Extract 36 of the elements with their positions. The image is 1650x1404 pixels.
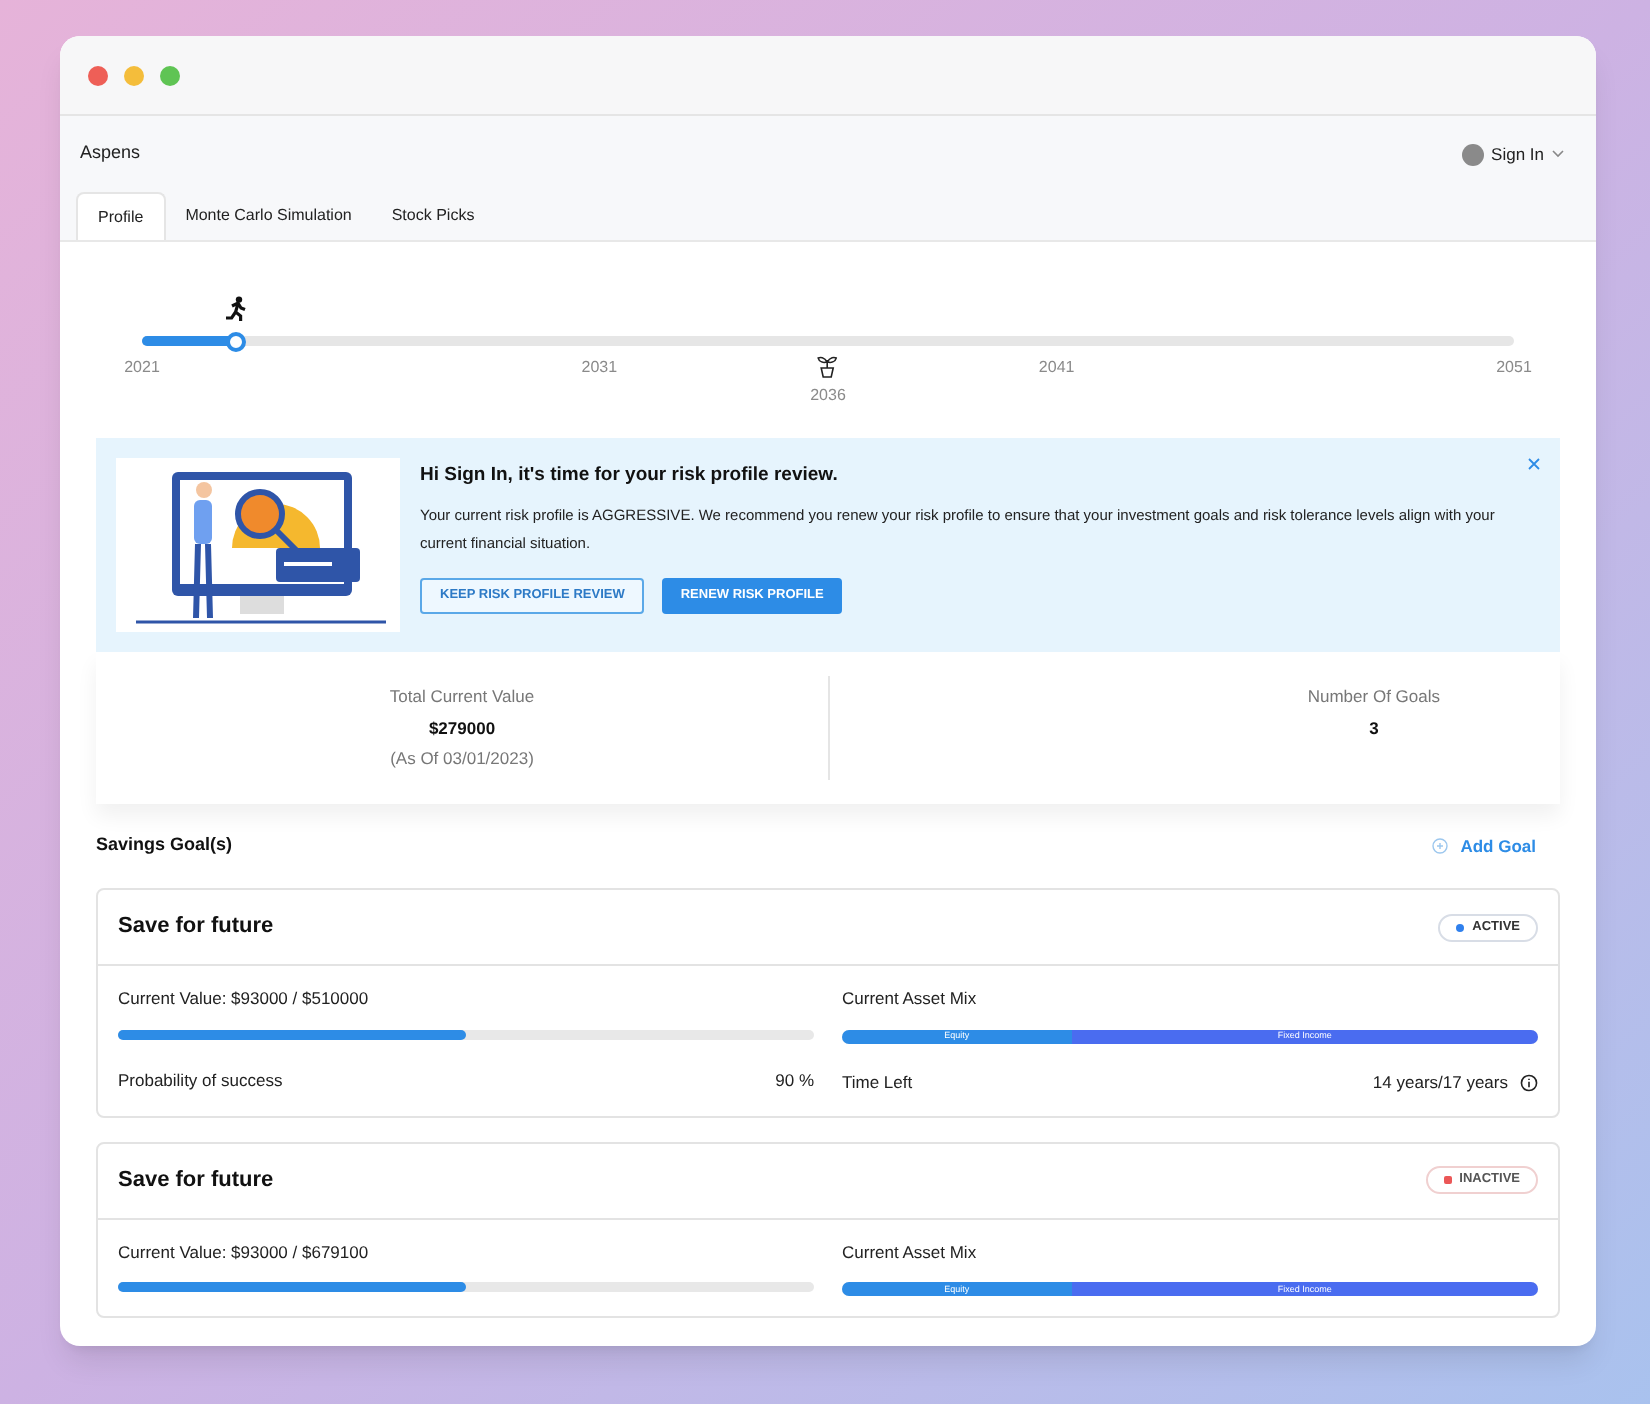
goal-year: 2036 — [810, 384, 846, 408]
asset-mix-label: Current Asset Mix — [842, 1239, 979, 1265]
tab[interactable]: Monte Carlo Simulation — [165, 192, 372, 240]
timeline-year: 2041 — [1038, 356, 1075, 380]
banner-title: Hi Sign In, it's time for your risk profile review. — [420, 462, 838, 490]
goals-count-label: Number Of Goals — [1307, 684, 1440, 710]
probability-label: Probability of success — [118, 1067, 283, 1093]
time-left-value: 14 years/17 years — [1372, 1069, 1508, 1095]
asset-mix-label: Current Asset Mix — [842, 986, 979, 1012]
probability-value: 90 % — [775, 1067, 814, 1093]
caret-icon[interactable] — [1552, 150, 1564, 158]
add-icon — [1432, 838, 1449, 854]
as-of-date: (As Of 03/01/2023) — [390, 746, 534, 773]
current-value: Current Value: $93000 / $510000 — [118, 986, 371, 1012]
timeline-handle[interactable] — [225, 331, 246, 351]
sign-in-link[interactable]: Sign In — [1491, 141, 1544, 167]
plant-icon — [817, 354, 839, 378]
total-label: Total Current Value — [389, 683, 535, 710]
avatar-icon — [1461, 143, 1484, 165]
add-goal-link[interactable]: Add Goal — [1432, 833, 1536, 859]
tab[interactable]: Stock Picks — [371, 192, 495, 240]
close-icon[interactable] — [1528, 458, 1540, 470]
goal-title: Save for future — [118, 912, 274, 943]
time-left-label: Time Left — [842, 1069, 913, 1095]
section-title: Savings Goal(s) — [96, 832, 233, 859]
timeline-year: 2021 — [124, 356, 160, 380]
timeline-year: 2031 — [581, 356, 618, 380]
brand-name: Aspens — [80, 140, 141, 167]
runner-icon — [223, 296, 248, 322]
goals-count: 3 — [1369, 715, 1379, 741]
goal-title: Save for future — [118, 1165, 274, 1196]
current-value: Current Value: $93000 / $679100 — [118, 1239, 371, 1265]
info-icon[interactable] — [1520, 1073, 1538, 1092]
timeline-year: 2051 — [1496, 356, 1532, 380]
tab[interactable]: Profile — [76, 192, 166, 240]
total-value: $279000 — [428, 715, 496, 741]
